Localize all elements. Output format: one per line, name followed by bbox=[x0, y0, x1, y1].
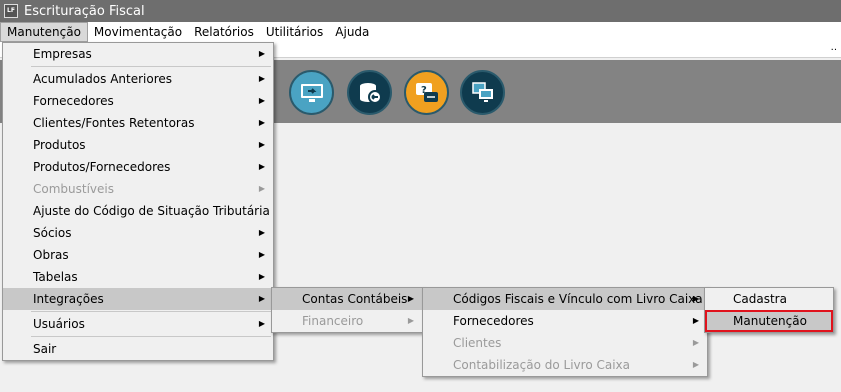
submenu-arrow-icon: ▶ bbox=[258, 294, 265, 303]
menubar-manutencao[interactable]: Manutenção bbox=[0, 22, 88, 42]
submenu-arrow-icon: ▶ bbox=[258, 74, 265, 83]
menu-item-label: Códigos Fiscais e Vínculo com Livro Caix… bbox=[453, 292, 703, 306]
menu-item-fornecedores-contas[interactable]: Fornecedores ▶ bbox=[423, 310, 707, 332]
submenu-arrow-icon: ▶ bbox=[258, 140, 265, 149]
submenu-arrow-icon: ▶ bbox=[258, 228, 265, 237]
menu-item-label: Contabilização do Livro Caixa bbox=[453, 358, 631, 372]
menu-item-usuarios[interactable]: Usuários ▶ bbox=[3, 313, 273, 335]
window-title: Escrituração Fiscal bbox=[24, 3, 145, 19]
menu-item-label: Obras bbox=[33, 248, 69, 262]
menu-item-label: Usuários bbox=[33, 317, 85, 331]
menu-item-produtos[interactable]: Produtos ▶ bbox=[3, 134, 273, 156]
submenu-arrow-icon: ▶ bbox=[258, 319, 265, 328]
menu-item-acumulados-anteriores[interactable]: Acumulados Anteriores ▶ bbox=[3, 68, 273, 90]
menu-item-label: Clientes/Fontes Retentoras bbox=[33, 116, 195, 130]
submenu-arrow-icon: ▶ bbox=[258, 162, 265, 171]
subbar-dots: .. bbox=[830, 42, 837, 53]
manutencao-dropdown: Empresas ▶ Acumulados Anteriores ▶ Fornece… bbox=[2, 42, 274, 361]
menu-item-label: Sair bbox=[33, 342, 57, 356]
menu-separator bbox=[31, 336, 271, 337]
menu-item-label: Ajuste do Código de Situação Tributária bbox=[33, 204, 270, 218]
menu-item-sair[interactable]: Sair bbox=[3, 338, 273, 360]
menu-item-contabilizacao-livro-caixa: Contabilização do Livro Caixa ▶ bbox=[423, 354, 707, 376]
submenu-arrow-icon: ▶ bbox=[692, 316, 699, 325]
contas-contabeis-submenu: Códigos Fiscais e Vínculo com Livro Caix… bbox=[422, 287, 708, 377]
database-back-icon[interactable] bbox=[347, 70, 392, 115]
menu-bar: Manutenção Movimentação Relatórios Utili… bbox=[0, 22, 841, 42]
menu-item-clientes-fontes-retentoras[interactable]: Clientes/Fontes Retentoras ▶ bbox=[3, 112, 273, 134]
integracoes-submenu: Contas Contábeis ▶ Financeiro ▶ bbox=[271, 287, 423, 333]
menu-item-label: Contas Contábeis bbox=[302, 292, 408, 306]
menu-item-label: Fornecedores bbox=[33, 94, 114, 108]
menu-item-label: Combustíveis bbox=[33, 182, 114, 196]
menu-item-fornecedores[interactable]: Fornecedores ▶ bbox=[3, 90, 273, 112]
help-chat-icon[interactable]: ? bbox=[404, 70, 449, 115]
menubar-relatorios[interactable]: Relatórios bbox=[188, 22, 260, 42]
submenu-arrow-icon: ▶ bbox=[258, 96, 265, 105]
menu-item-codigos-fiscais[interactable]: Códigos Fiscais e Vínculo com Livro Caix… bbox=[423, 288, 707, 310]
menu-item-label: Clientes bbox=[453, 336, 502, 350]
remote-screen-icon[interactable] bbox=[460, 70, 505, 115]
menu-item-label: Cadastra bbox=[733, 292, 787, 306]
menu-item-label: Produtos/Fornecedores bbox=[33, 160, 171, 174]
menu-item-label: Fornecedores bbox=[453, 314, 534, 328]
submenu-arrow-icon: ▶ bbox=[258, 272, 265, 281]
submenu-arrow-icon: ▶ bbox=[692, 294, 699, 303]
menu-item-empresas[interactable]: Empresas ▶ bbox=[3, 43, 273, 65]
menubar-movimentacao[interactable]: Movimentação bbox=[88, 22, 188, 42]
submenu-arrow-icon: ▶ bbox=[258, 49, 265, 58]
menu-item-financeiro: Financeiro ▶ bbox=[272, 310, 422, 332]
menu-item-label: Integrações bbox=[33, 292, 104, 306]
menubar-utilitarios[interactable]: Utilitários bbox=[260, 22, 329, 42]
menu-item-integracoes[interactable]: Integrações ▶ bbox=[3, 288, 273, 310]
menu-item-manutencao[interactable]: Manutenção bbox=[705, 310, 833, 332]
title-bar: LF Escrituração Fiscal bbox=[0, 0, 841, 22]
codigos-fiscais-submenu: Cadastra Manutenção bbox=[704, 287, 834, 333]
menu-item-label: Produtos bbox=[33, 138, 86, 152]
menu-item-cadastra[interactable]: Cadastra bbox=[705, 288, 833, 310]
menu-separator bbox=[31, 311, 271, 312]
submenu-arrow-icon: ▶ bbox=[692, 360, 699, 369]
submenu-arrow-icon: ▶ bbox=[407, 294, 414, 303]
menu-item-label: Empresas bbox=[33, 47, 92, 61]
menu-item-label: Tabelas bbox=[33, 270, 78, 284]
submenu-arrow-icon: ▶ bbox=[258, 118, 265, 127]
menu-item-label: Acumulados Anteriores bbox=[33, 72, 173, 86]
monitor-arrow-icon[interactable] bbox=[289, 70, 334, 115]
menu-item-produtos-fornecedores[interactable]: Produtos/Fornecedores ▶ bbox=[3, 156, 273, 178]
menu-item-contas-contabeis[interactable]: Contas Contábeis ▶ bbox=[272, 288, 422, 310]
submenu-arrow-icon: ▶ bbox=[407, 316, 414, 325]
menu-item-clientes-contas: Clientes ▶ bbox=[423, 332, 707, 354]
menu-item-tabelas[interactable]: Tabelas ▶ bbox=[3, 266, 273, 288]
menu-item-obras[interactable]: Obras ▶ bbox=[3, 244, 273, 266]
submenu-arrow-icon: ▶ bbox=[258, 250, 265, 259]
menu-separator bbox=[31, 66, 271, 67]
menu-item-label: Sócios bbox=[33, 226, 72, 240]
submenu-arrow-icon: ▶ bbox=[258, 184, 265, 193]
app-logo-icon: LF bbox=[4, 4, 18, 18]
menu-item-ajuste-cst[interactable]: Ajuste do Código de Situação Tributária bbox=[3, 200, 273, 222]
menubar-ajuda[interactable]: Ajuda bbox=[329, 22, 375, 42]
menu-item-combustiveis: Combustíveis ▶ bbox=[3, 178, 273, 200]
submenu-arrow-icon: ▶ bbox=[692, 338, 699, 347]
menu-item-label: Financeiro bbox=[302, 314, 364, 328]
menu-item-socios[interactable]: Sócios ▶ bbox=[3, 222, 273, 244]
menu-item-label: Manutenção bbox=[733, 314, 807, 328]
